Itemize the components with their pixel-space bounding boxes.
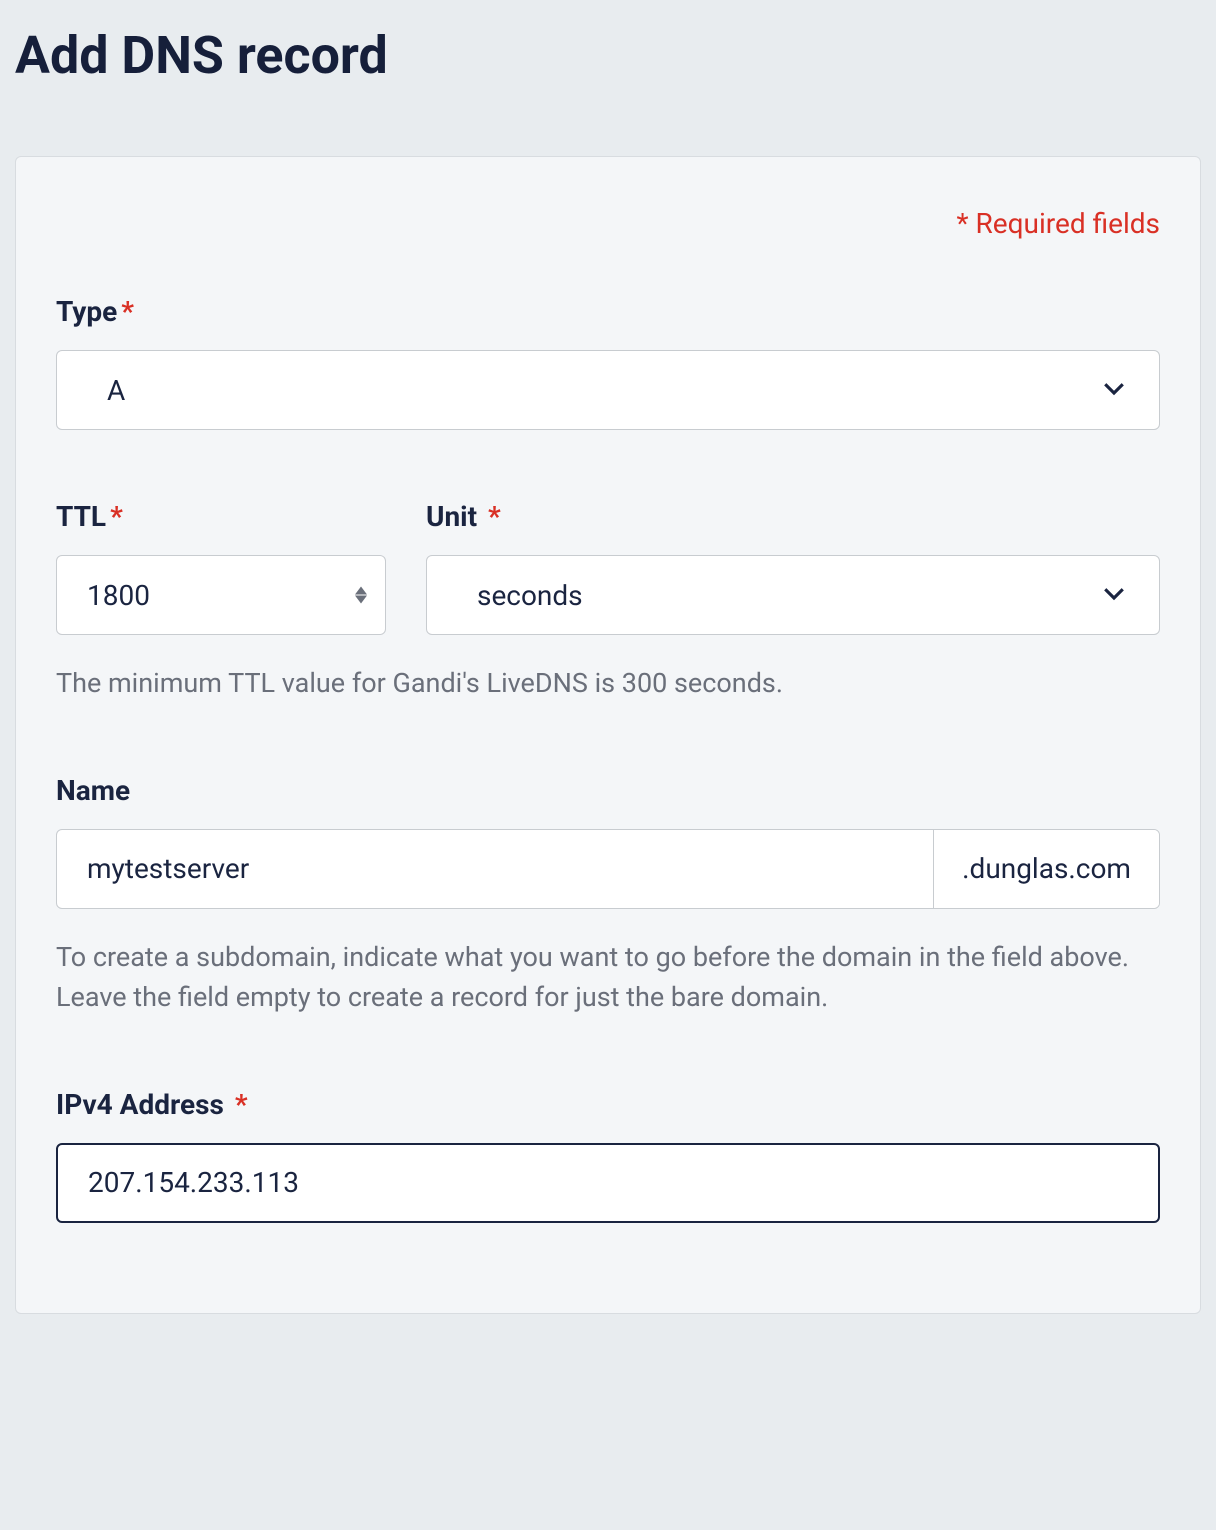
field-name: Name .dunglas.com To create a subdomain,… [56,774,1160,1018]
unit-label: Unit * [426,500,1160,533]
type-select[interactable]: A [56,350,1160,430]
ipv4-required-asterisk: * [228,1088,248,1121]
ipv4-label-text: IPv4 Address [56,1088,224,1121]
unit-select[interactable]: seconds [426,555,1160,635]
ttl-help-text: The minimum TTL value for Gandi's LiveDN… [56,663,1160,704]
field-type: Type* A [56,295,1160,430]
unit-required-asterisk: * [481,500,501,533]
ttl-input[interactable] [87,579,345,612]
type-label-text: Type [56,295,117,328]
ipv4-input-wrap[interactable] [56,1143,1160,1223]
unit-select-value: seconds [477,579,583,612]
field-ipv4: IPv4 Address * [56,1088,1160,1223]
type-select-value: A [107,374,125,407]
name-input-group: .dunglas.com [56,829,1160,909]
field-ttl-unit: TTL* Unit * seconds [56,500,1160,704]
ttl-required-asterisk: * [110,500,123,533]
name-domain-suffix: .dunglas.com [933,830,1159,908]
chevron-down-icon [1099,373,1129,407]
type-required-asterisk: * [121,295,134,328]
ipv4-label: IPv4 Address * [56,1088,1160,1121]
name-label-text: Name [56,774,130,807]
stepper-icon[interactable] [355,587,367,604]
unit-label-text: Unit [426,500,477,533]
name-label: Name [56,774,1160,807]
form-card: * Required fields Type* A TTL* [15,156,1201,1314]
ttl-input-wrap[interactable] [56,555,386,635]
ttl-label-text: TTL [56,500,106,533]
ipv4-input[interactable] [88,1166,1128,1199]
page-title: Add DNS record [15,25,1201,86]
required-fields-note: * Required fields [56,207,1160,240]
type-label: Type* [56,295,1160,328]
name-input[interactable] [57,830,933,908]
ttl-label: TTL* [56,500,386,533]
chevron-down-icon [1099,578,1129,612]
name-help-text: To create a subdomain, indicate what you… [56,937,1160,1018]
